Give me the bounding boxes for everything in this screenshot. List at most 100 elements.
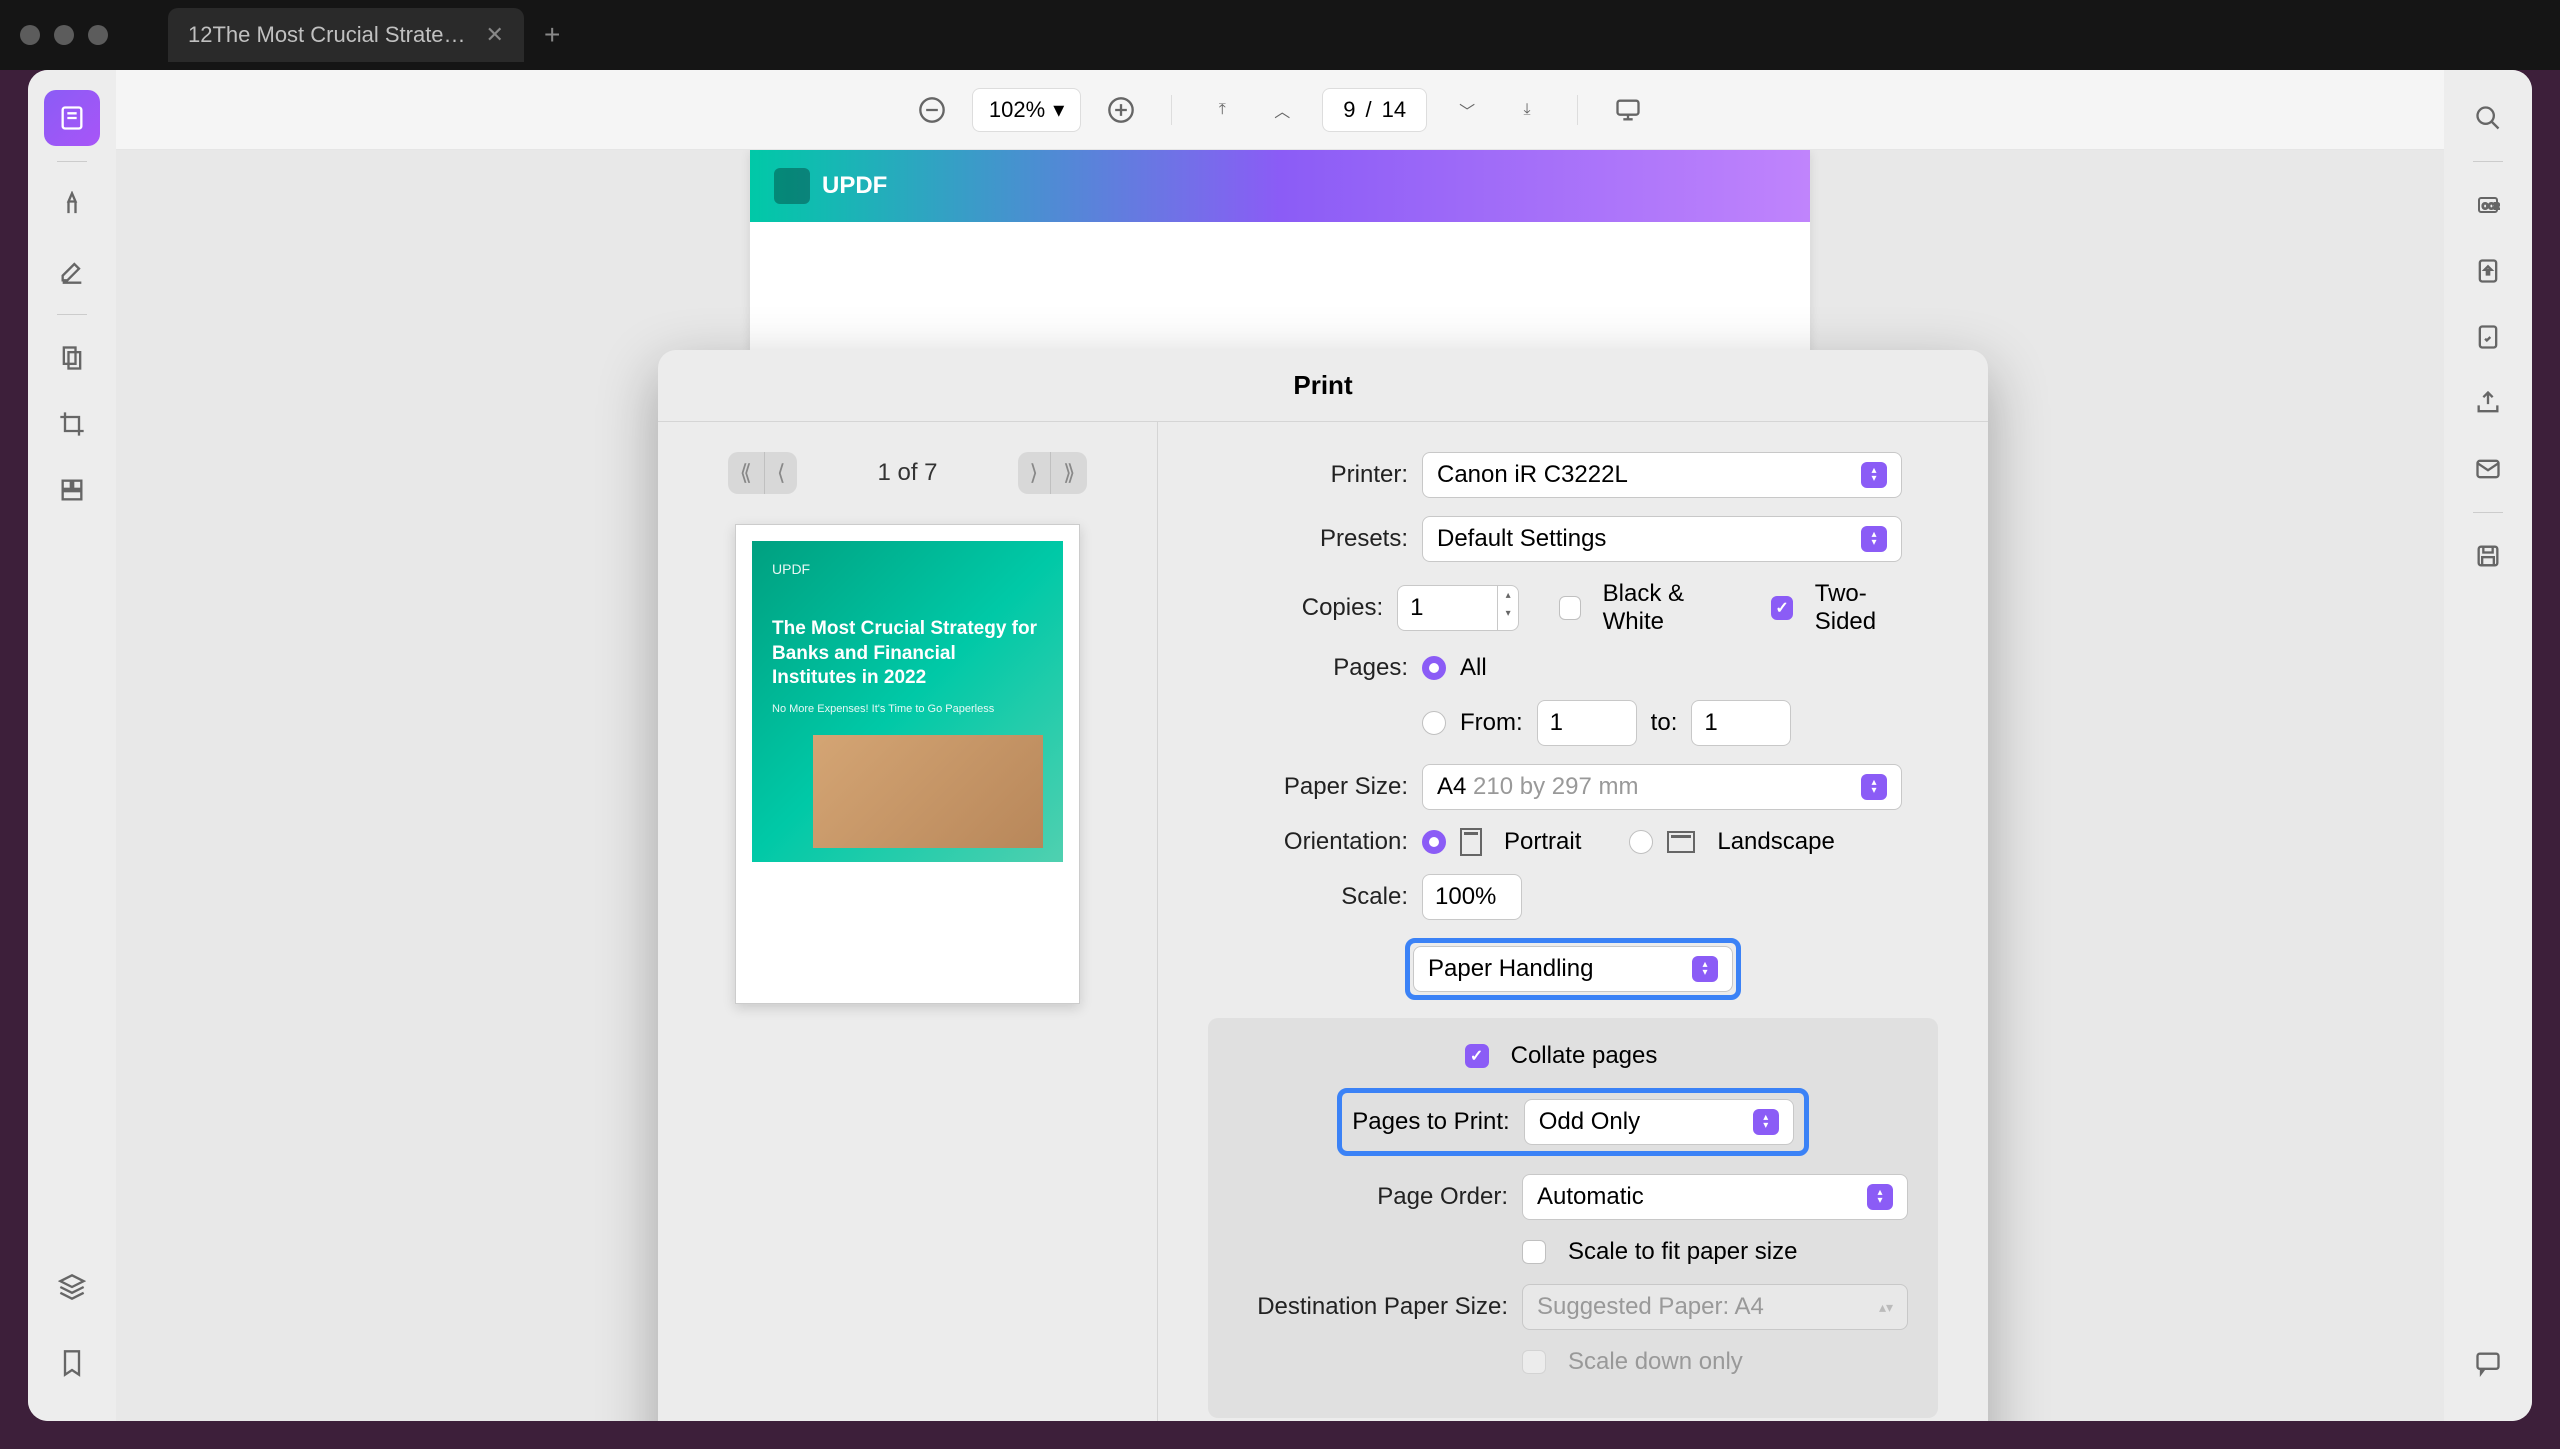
scaledown-label: Scale down only (1568, 1348, 1743, 1376)
twosided-label: Two-Sided (1815, 580, 1914, 636)
printer-value: Canon iR C3222L (1437, 461, 1628, 489)
zoom-in-icon[interactable] (1101, 90, 1141, 130)
pages-range-radio[interactable] (1422, 711, 1446, 735)
close-window[interactable] (20, 25, 40, 45)
pagestoprint-label: Pages to Print: (1352, 1108, 1509, 1136)
to-input[interactable] (1691, 700, 1791, 746)
brand-text: UPDF (822, 172, 887, 200)
preview-thumbnail: UPDF The Most Crucial Strategy for Banks… (735, 524, 1080, 1004)
preview-next-icon[interactable]: ⟩ (1018, 452, 1052, 494)
right-sidebar: OCR (2444, 70, 2532, 1421)
protect-icon[interactable] (2460, 309, 2516, 365)
landscape-radio[interactable] (1629, 830, 1653, 854)
select-arrows-icon: ▴▾ (1692, 956, 1718, 982)
bw-checkbox[interactable] (1559, 596, 1580, 620)
maximize-window[interactable] (88, 25, 108, 45)
export-icon[interactable] (2460, 243, 2516, 299)
stepper-down-icon[interactable]: ▾ (1498, 604, 1518, 622)
reader-mode-icon[interactable] (44, 90, 100, 146)
scalefit-label: Scale to fit paper size (1568, 1238, 1797, 1266)
email-icon[interactable] (2460, 441, 2516, 497)
close-tab-icon[interactable]: ✕ (486, 22, 504, 48)
left-sidebar (28, 70, 116, 1421)
from-input[interactable] (1537, 700, 1637, 746)
preview-first-icon[interactable]: ⟪ (728, 452, 765, 494)
select-arrows-icon: ▴▾ (1861, 462, 1887, 488)
collate-checkbox[interactable]: ✓ (1465, 1044, 1489, 1068)
thumb-image (813, 735, 1043, 847)
traffic-lights (20, 25, 108, 45)
collate-label: Collate pages (1511, 1042, 1658, 1070)
layers-icon[interactable] (44, 1259, 100, 1315)
portrait-icon (1460, 828, 1482, 856)
preview-prev-group: ⟪ ⟨ (728, 452, 798, 494)
next-page-icon[interactable]: ﹀ (1447, 90, 1487, 130)
add-tab-button[interactable]: + (544, 19, 560, 51)
portrait-label: Portrait (1504, 828, 1581, 856)
pageorder-select[interactable]: Automatic ▴▾ (1522, 1174, 1908, 1220)
copies-stepper[interactable]: ▴▾ (1397, 585, 1519, 631)
from-label: From: (1460, 709, 1523, 737)
prev-page-icon[interactable]: ︿ (1262, 90, 1302, 130)
to-label: to: (1651, 709, 1678, 737)
twosided-checkbox[interactable]: ✓ (1771, 596, 1792, 620)
page-separator: / (1365, 97, 1371, 123)
scale-label: Scale: (1208, 883, 1408, 911)
thumb-subtitle: No More Expenses! It's Time to Go Paperl… (772, 703, 1043, 715)
pageorder-label: Page Order: (1238, 1183, 1508, 1211)
pages-all-radio[interactable] (1422, 656, 1446, 680)
zoom-out-icon[interactable] (912, 90, 952, 130)
share-icon[interactable] (2460, 375, 2516, 431)
presentation-icon[interactable] (1608, 90, 1648, 130)
presets-select[interactable]: Default Settings ▴▾ (1422, 516, 1902, 562)
section-select[interactable]: Paper Handling ▴▾ (1413, 946, 1733, 992)
tab-title: 12The Most Crucial Strate… (188, 22, 466, 48)
printer-select[interactable]: Canon iR C3222L ▴▾ (1422, 452, 1902, 498)
ocr-icon[interactable]: OCR (2460, 177, 2516, 233)
select-arrows-icon: ▴▾ (1867, 1184, 1893, 1210)
pageorder-value: Automatic (1537, 1183, 1644, 1211)
document-header: UPDF (750, 150, 1810, 222)
pages-to-print-row: Pages to Print: Odd Only ▴▾ (1337, 1088, 1808, 1156)
zoom-value: 102% (989, 97, 1045, 123)
first-page-icon[interactable]: ⤒ (1202, 90, 1242, 130)
zoom-select[interactable]: 102% ▾ (972, 88, 1081, 132)
select-arrows-icon: ▴▾ (1861, 526, 1887, 552)
preview-column: ⟪ ⟨ 1 of 7 ⟩ ⟫ UPDF The Most Crucial Str… (658, 422, 1158, 1421)
destpaper-value: Suggested Paper: A4 (1537, 1293, 1764, 1321)
svg-text:OCR: OCR (2482, 202, 2500, 211)
papersize-select[interactable]: A4 210 by 297 mm ▴▾ (1422, 764, 1902, 810)
chat-icon[interactable] (2460, 1335, 2516, 1391)
search-icon[interactable] (2460, 90, 2516, 146)
scaledown-checkbox (1522, 1350, 1546, 1374)
page-indicator[interactable]: 9 / 14 (1322, 88, 1427, 132)
crop-tool-icon[interactable] (44, 396, 100, 452)
portrait-radio[interactable] (1422, 830, 1446, 854)
scale-input[interactable] (1422, 874, 1522, 920)
scalefit-checkbox[interactable] (1522, 1240, 1546, 1264)
minimize-window[interactable] (54, 25, 74, 45)
presets-value: Default Settings (1437, 525, 1606, 553)
main-area: 102% ▾ ⤒ ︿ 9 / 14 ﹀ ⤓ (28, 70, 2532, 1421)
pages-label: Pages: (1208, 654, 1408, 682)
landscape-label: Landscape (1717, 828, 1834, 856)
save-icon[interactable] (2460, 528, 2516, 584)
document-tab[interactable]: 12The Most Crucial Strate… ✕ (168, 8, 524, 62)
copies-input[interactable] (1397, 585, 1497, 631)
edit-tool-icon[interactable] (44, 243, 100, 299)
last-page-icon[interactable]: ⤓ (1507, 90, 1547, 130)
select-arrows-icon: ▴▾ (1753, 1109, 1779, 1135)
section-value: Paper Handling (1428, 955, 1593, 983)
pagestoprint-value: Odd Only (1539, 1108, 1640, 1136)
organize-pages-icon[interactable] (44, 330, 100, 386)
bookmark-icon[interactable] (44, 1335, 100, 1391)
preview-last-icon[interactable]: ⟫ (1051, 452, 1087, 494)
comment-tool-icon[interactable] (44, 177, 100, 233)
thumb-title: The Most Crucial Strategy for Banks and … (772, 617, 1043, 691)
preview-page-counter: 1 of 7 (877, 459, 937, 487)
current-page: 9 (1343, 97, 1355, 123)
form-tool-icon[interactable] (44, 462, 100, 518)
stepper-up-icon[interactable]: ▴ (1498, 586, 1518, 604)
pagestoprint-select[interactable]: Odd Only ▴▾ (1524, 1099, 1794, 1145)
preview-prev-icon[interactable]: ⟨ (765, 452, 798, 494)
